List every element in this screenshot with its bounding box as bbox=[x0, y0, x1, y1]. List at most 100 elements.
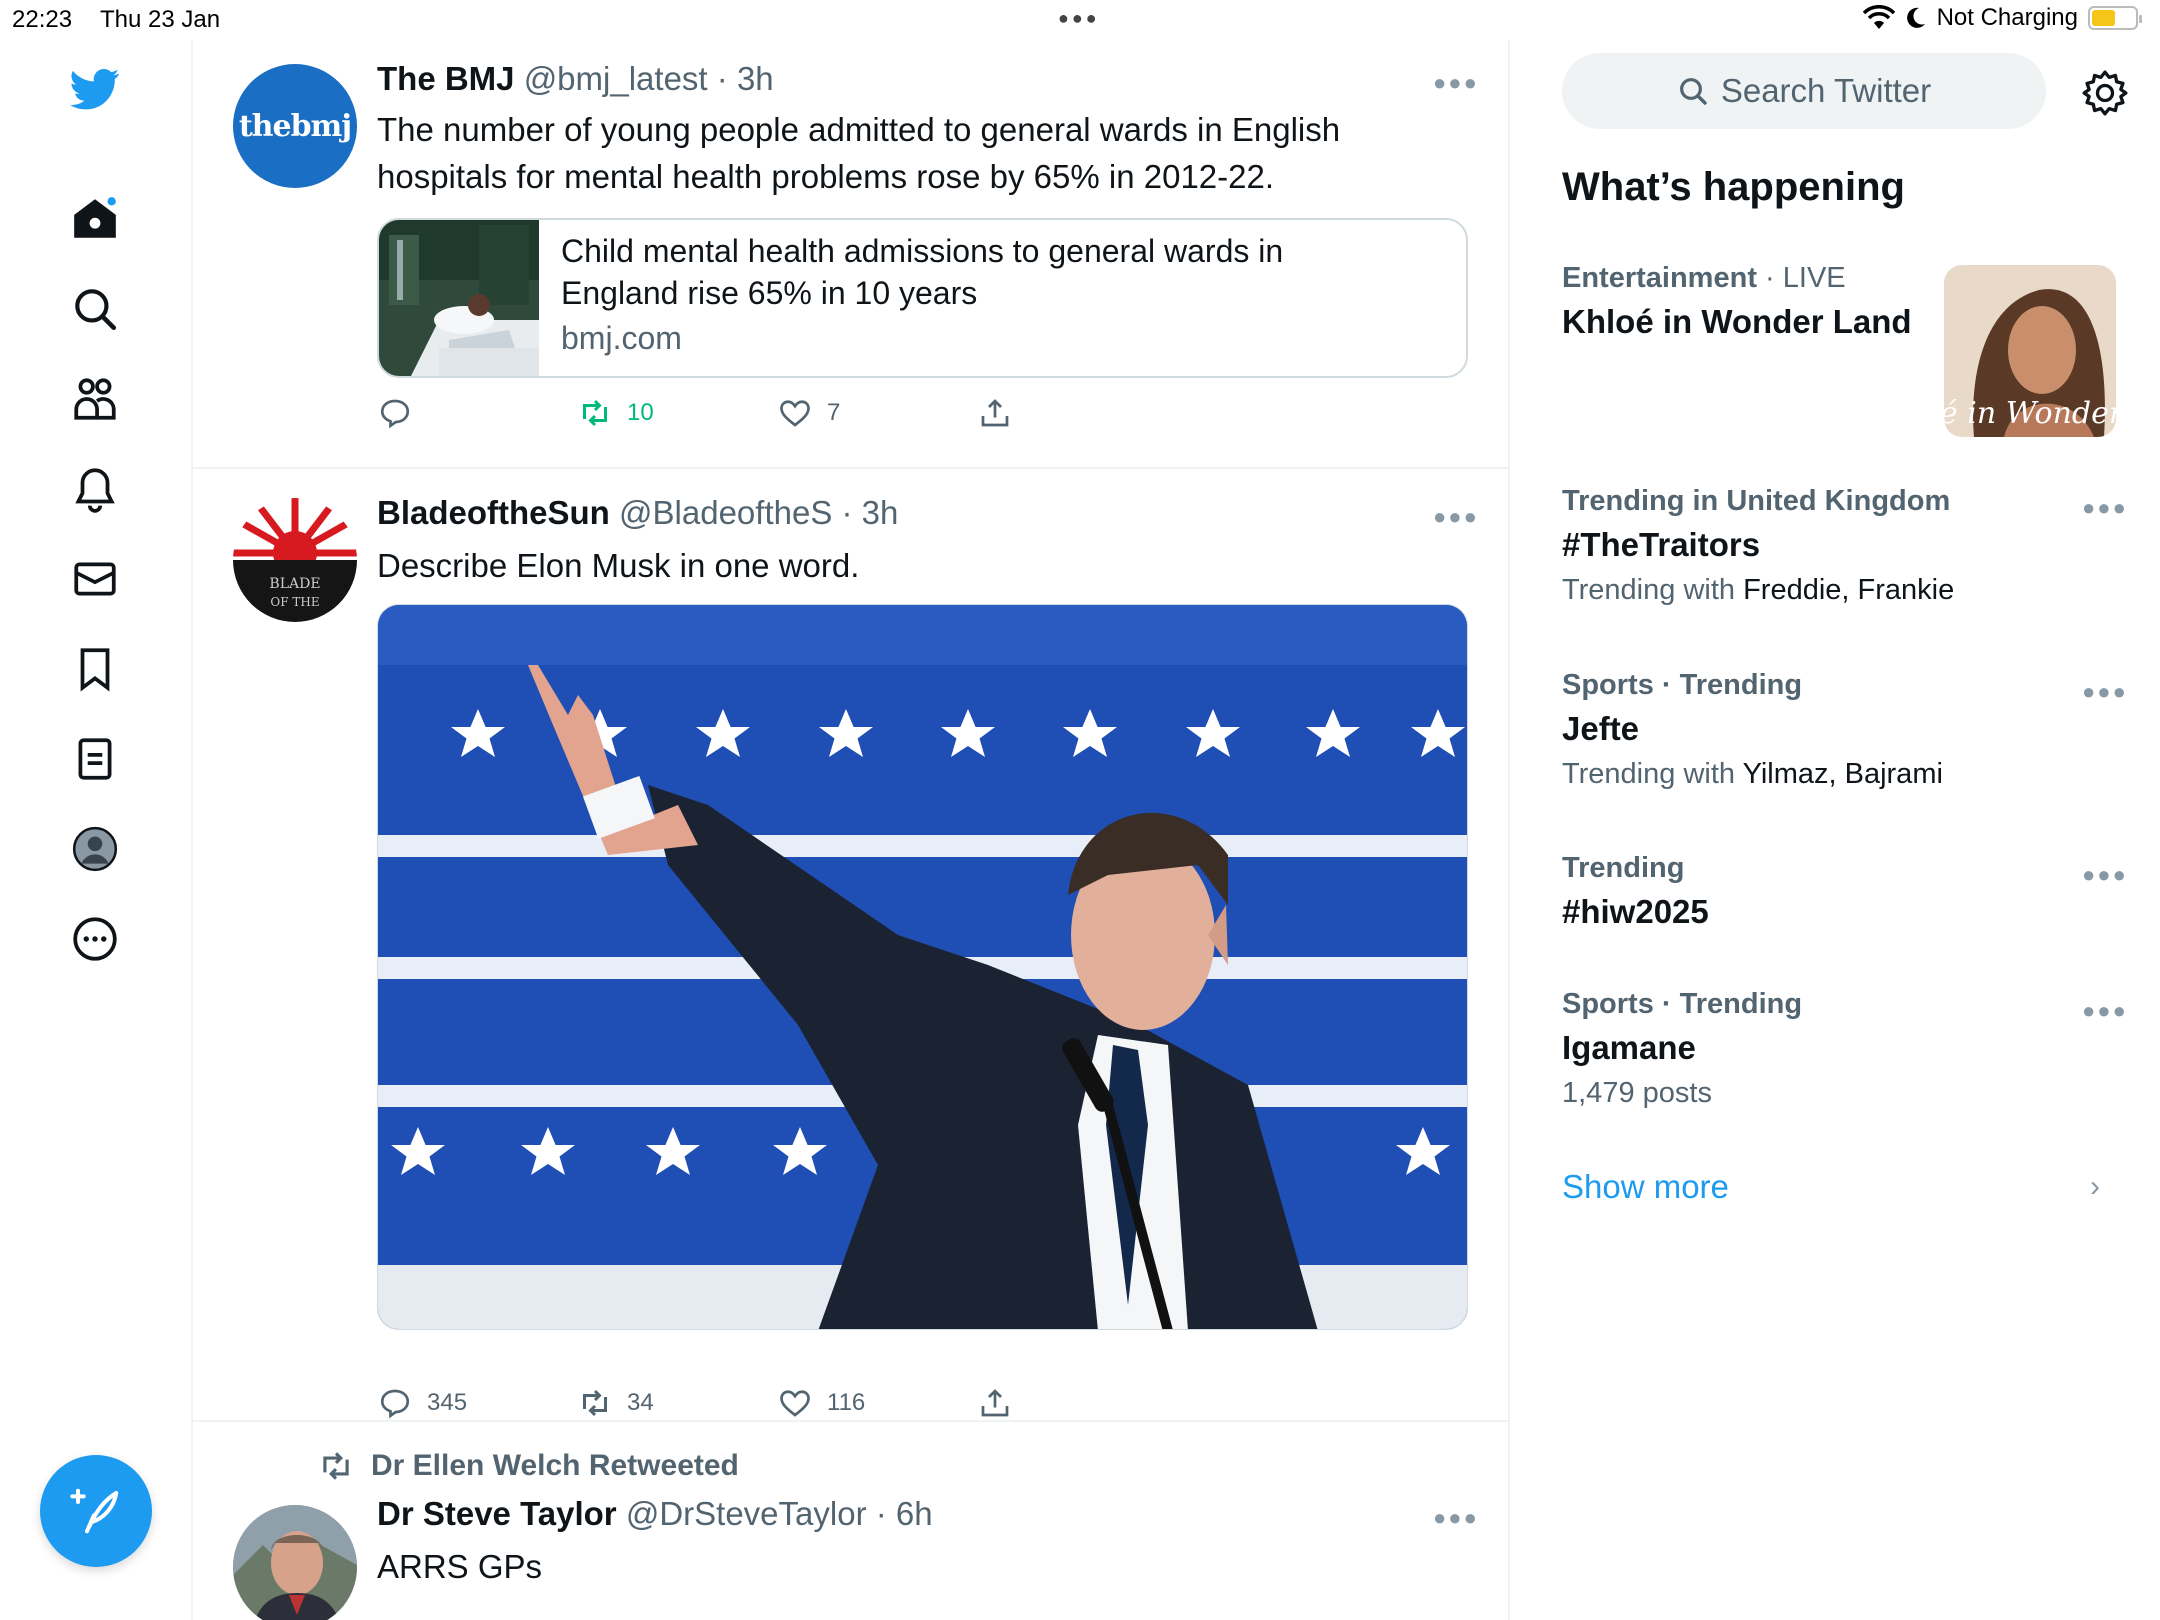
search-icon bbox=[1679, 78, 1707, 105]
author-handle[interactable]: @DrSteveTaylor bbox=[626, 1495, 867, 1532]
lists-icon[interactable] bbox=[66, 730, 124, 788]
trend-item[interactable]: Trending in United Kingdom #TheTraitors … bbox=[1562, 485, 2122, 607]
retweet-count: 10 bbox=[627, 399, 654, 426]
trend-more-icon[interactable]: ●●● bbox=[2082, 679, 2128, 705]
search-input[interactable]: Search Twitter bbox=[1562, 53, 2046, 129]
trend-subtitle: Trending with Freddie, Frankie bbox=[1562, 574, 2122, 607]
trend-image-caption: é in Wonder L bbox=[1944, 396, 2116, 431]
author-name[interactable]: Dr Steve Taylor bbox=[377, 1495, 617, 1532]
link-card-title-line: England rise 65% in 10 years bbox=[561, 275, 978, 311]
retweet-icon bbox=[583, 399, 607, 427]
live-label: · LIVE bbox=[1765, 262, 1846, 294]
link-card-title: Child mental health admissions to genera… bbox=[561, 230, 1441, 314]
compose-tweet-button[interactable] bbox=[40, 1455, 152, 1567]
communities-icon[interactable] bbox=[66, 370, 124, 428]
gear-icon[interactable] bbox=[2080, 68, 2130, 118]
trend-thumbnail[interactable]: é in Wonder L bbox=[1944, 265, 2116, 437]
tweet-time[interactable]: 3h bbox=[862, 494, 899, 531]
tweet-time[interactable]: 6h bbox=[896, 1495, 933, 1532]
status-date: Thu 23 Jan bbox=[100, 6, 221, 33]
tweet-header: The BMJ @bmj_latest · 3h bbox=[377, 60, 774, 98]
avatar[interactable] bbox=[233, 1505, 357, 1620]
profile-icon[interactable] bbox=[66, 820, 124, 878]
tweet-actions: 10 7 bbox=[377, 395, 1277, 439]
trend-sub-names: Freddie, Frankie bbox=[1743, 574, 1955, 606]
tweet-header: Dr Steve Taylor @DrSteveTaylor · 6h bbox=[377, 1495, 933, 1533]
trend-item[interactable]: Sports · Trending Jefte Trending with Yi… bbox=[1562, 669, 2122, 791]
notifications-icon[interactable] bbox=[66, 460, 124, 518]
trend-more-icon[interactable]: ●●● bbox=[2082, 862, 2128, 888]
trend-subtitle: Trending with Yilmaz, Bajrami bbox=[1562, 758, 2122, 791]
like-button[interactable]: 116 bbox=[777, 1385, 865, 1421]
twitter-logo-icon[interactable] bbox=[66, 60, 124, 118]
separator: · bbox=[716, 60, 728, 97]
trend-item[interactable]: Sports · Trending Igamane 1,479 posts bbox=[1562, 988, 2122, 1110]
trend-category-label: Entertainment bbox=[1562, 262, 1757, 294]
author-name[interactable]: BladeoftheSun bbox=[377, 494, 610, 531]
heart-icon bbox=[780, 1390, 810, 1417]
retweet-count: 34 bbox=[627, 1389, 654, 1416]
retweeted-by[interactable]: Dr Ellen Welch Retweeted bbox=[317, 1447, 739, 1485]
retweet-button[interactable]: 34 bbox=[577, 1385, 654, 1421]
author-handle[interactable]: @bmj_latest bbox=[524, 60, 708, 97]
separator: · bbox=[841, 494, 853, 531]
search-placeholder: Search Twitter bbox=[1720, 72, 1932, 109]
avatar-logo-text: thebmj bbox=[238, 108, 352, 144]
avatar[interactable]: BLADE OF THE bbox=[233, 498, 357, 622]
link-card[interactable]: Child mental health admissions to genera… bbox=[377, 218, 1468, 378]
tweet-text: ARRS GPs bbox=[377, 1543, 542, 1590]
status-time: 22:23 bbox=[12, 6, 73, 33]
tweet-text: The number of young people admitted to g… bbox=[377, 106, 1340, 200]
search-icon[interactable] bbox=[66, 280, 124, 338]
moon-icon bbox=[1906, 7, 1925, 28]
trend-title: #TheTraitors bbox=[1562, 526, 1761, 563]
tweet-photo[interactable] bbox=[377, 604, 1468, 1330]
more-icon[interactable] bbox=[66, 910, 124, 968]
retweet-icon bbox=[583, 1389, 607, 1417]
share-button[interactable] bbox=[977, 1385, 1013, 1421]
tweet-more-icon[interactable]: ●●● bbox=[1433, 70, 1479, 96]
trend-more-icon[interactable]: ●●● bbox=[2082, 495, 2128, 521]
author-handle[interactable]: @BladeoftheS bbox=[619, 494, 832, 531]
trend-title: Jefte bbox=[1562, 710, 1640, 747]
avatar[interactable]: thebmj bbox=[233, 64, 357, 188]
tweet[interactable]: BLADE OF THE BladeoftheSun @BladeoftheS … bbox=[193, 470, 1508, 1422]
wifi-icon bbox=[1862, 5, 1895, 29]
tweet[interactable]: Dr Ellen Welch Retweeted Dr Steve Taylor… bbox=[193, 1423, 1508, 1620]
trend-sub-prefix: Trending with bbox=[1562, 758, 1736, 790]
charging-status: Not Charging bbox=[1936, 4, 2078, 31]
tweet-time[interactable]: 3h bbox=[737, 60, 774, 97]
status-right: Not Charging bbox=[1862, 4, 2142, 32]
avatar-logo-text: BLADE bbox=[269, 576, 320, 592]
battery-icon bbox=[2088, 6, 2142, 30]
tweet-text-line: The number of young people admitted to g… bbox=[377, 111, 1341, 148]
avatar-image: BLADE OF THE bbox=[233, 498, 357, 622]
like-count: 7 bbox=[827, 399, 841, 426]
separator: · bbox=[875, 1495, 887, 1532]
share-icon bbox=[981, 399, 1009, 427]
tweet-text-line: ARRS GPs bbox=[377, 1548, 543, 1585]
retweeted-by-label: Dr Ellen Welch Retweeted bbox=[371, 1449, 739, 1482]
link-card-thumbnail bbox=[379, 220, 539, 376]
right-sidebar: Search Twitter What’s happening Entertai… bbox=[1510, 40, 2160, 1620]
share-button[interactable] bbox=[977, 395, 1013, 431]
like-button[interactable]: 7 bbox=[777, 395, 840, 431]
heart-icon bbox=[780, 400, 810, 427]
trend-more-icon[interactable]: ●●● bbox=[2082, 998, 2128, 1024]
tweet[interactable]: thebmj The BMJ @bmj_latest · 3h ●●● The … bbox=[193, 40, 1508, 469]
trend-category: Sports · Trending bbox=[1562, 669, 1803, 701]
tweet-more-icon[interactable]: ●●● bbox=[1433, 1505, 1479, 1531]
multitasking-dots-icon[interactable]: ●●● bbox=[1058, 8, 1100, 29]
chevron-right-icon[interactable]: › bbox=[2090, 1170, 2100, 1204]
author-name[interactable]: The BMJ bbox=[377, 60, 515, 97]
tweet-more-icon[interactable]: ●●● bbox=[1433, 504, 1479, 530]
retweet-button[interactable]: 10 bbox=[577, 395, 654, 431]
trend-item[interactable]: Trending #hiw2025 bbox=[1562, 852, 2122, 931]
reply-button[interactable] bbox=[377, 395, 427, 431]
bookmarks-icon[interactable] bbox=[66, 640, 124, 698]
messages-icon[interactable] bbox=[66, 550, 124, 608]
home-icon[interactable] bbox=[66, 190, 124, 248]
reply-icon bbox=[380, 399, 410, 429]
reply-button[interactable]: 345 bbox=[377, 1385, 467, 1421]
show-more-link[interactable]: Show more bbox=[1562, 1168, 1729, 1206]
